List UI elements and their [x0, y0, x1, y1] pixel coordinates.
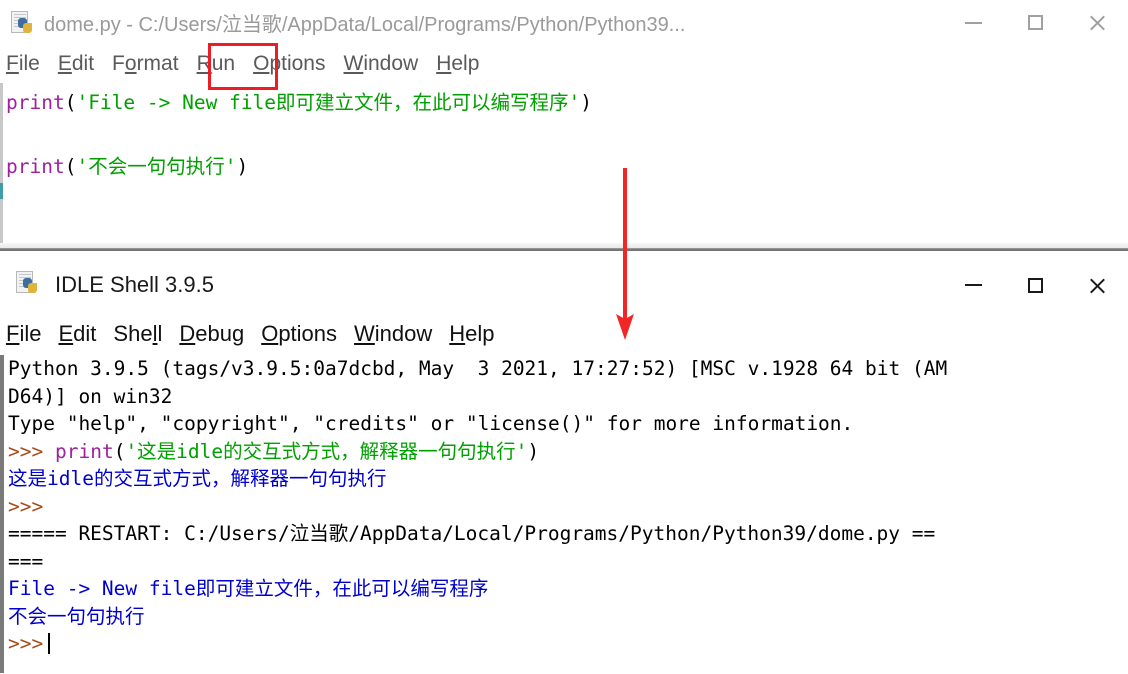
menu-file[interactable]: File — [6, 52, 40, 76]
menu-help[interactable]: Help — [449, 321, 494, 347]
code-paren-open: ( — [64, 155, 77, 178]
shell-banner-line-1: Python 3.9.5 (tags/v3.9.5:0a7dcbd, May 3… — [8, 357, 948, 380]
shell-input-paren-open: ( — [113, 439, 126, 463]
menu-window[interactable]: Window — [343, 52, 418, 76]
code-line-2: print('不会一句句执行') — [6, 151, 1128, 183]
minimize-icon — [964, 21, 982, 24]
shell-run-output-line-2: 不会一句句执行 — [8, 604, 145, 628]
menu-edit[interactable]: Edit — [58, 321, 96, 347]
shell-titlebar: IDLE Shell 3.9.5 — [0, 257, 1128, 313]
shell-input-string: '这是idle的交互式方式，解释器一句句执行' — [125, 439, 528, 463]
shell-restart-line-2: === — [8, 549, 44, 573]
menu-file[interactable]: File — [6, 321, 41, 347]
shell-prompt: >>> — [8, 494, 44, 518]
menu-shell[interactable]: Shell — [113, 321, 162, 347]
editor-window-bottom-edge — [0, 243, 1128, 251]
shell-minimize-button[interactable] — [942, 257, 1004, 313]
editor-maximize-button[interactable] — [1004, 0, 1066, 45]
shell-input-paren-close: ) — [527, 439, 540, 463]
maximize-icon — [1027, 15, 1043, 30]
code-call: print — [6, 155, 65, 178]
editor-window-controls — [942, 0, 1128, 45]
editor-close-button[interactable] — [1066, 0, 1128, 45]
menu-debug[interactable]: Debug — [179, 321, 244, 347]
editor-code-area[interactable]: print('File -> New file即可建立文件，在此可以编写程序')… — [0, 83, 1128, 251]
shell-window-title: IDLE Shell 3.9.5 — [55, 272, 214, 297]
close-icon — [1088, 13, 1107, 32]
editor-menubar: File Edit Format Run Options Window Help — [0, 45, 1128, 83]
menu-options[interactable]: Options — [261, 321, 337, 347]
shell-banner-line-2: D64)] on win32 — [8, 384, 173, 408]
code-string: '不会一句句执行' — [76, 155, 237, 178]
shell-close-button[interactable] — [1066, 257, 1128, 313]
shell-restart-line-1: ===== RESTART: C:/Users/泣当歌/AppData/Loca… — [8, 522, 936, 545]
shell-run-output-line-1: File -> New file即可建立文件，在此可以编写程序 — [8, 577, 489, 600]
shell-scrollbar[interactable] — [0, 355, 4, 673]
shell-window: IDLE Shell 3.9.5 File Edit Shell Debug O… — [0, 257, 1128, 674]
menu-edit[interactable]: Edit — [58, 52, 94, 76]
code-string: 'File -> New file即可建立文件，在此可以编写程序' — [76, 91, 581, 114]
shell-input-line: >>> print('这是idle的交互式方式，解释器一句句执行') — [8, 438, 1128, 466]
python-file-icon — [14, 270, 44, 300]
code-paren-close: ) — [580, 91, 593, 114]
maximize-icon — [1027, 277, 1043, 293]
menu-run[interactable]: Run — [197, 52, 236, 76]
python-file-icon — [9, 10, 35, 36]
menu-options[interactable]: Options — [253, 52, 325, 76]
shell-maximize-button[interactable] — [1004, 257, 1066, 313]
menu-format[interactable]: Format — [112, 52, 179, 76]
menu-help[interactable]: Help — [436, 52, 479, 76]
shell-final-prompt-line: >>> — [8, 630, 1128, 658]
text-cursor — [48, 633, 51, 654]
code-line-1: print('File -> New file即可建立文件，在此可以编写程序') — [6, 87, 1128, 119]
shell-prompt: >>> — [8, 632, 44, 655]
editor-window: dome.py - C:/Users/泣当歌/AppData/Local/Pro… — [0, 0, 1128, 251]
shell-output-lines: Python 3.9.5 (tags/v3.9.5:0a7dcbd, May 3… — [0, 355, 1128, 658]
code-paren-close: ) — [236, 155, 249, 178]
close-icon — [1088, 276, 1107, 295]
editor-scrollbar[interactable] — [0, 83, 3, 251]
editor-window-title: dome.py - C:/Users/泣当歌/AppData/Local/Pro… — [44, 14, 686, 36]
menu-window[interactable]: Window — [354, 321, 432, 347]
minimize-icon — [964, 284, 982, 286]
editor-code-lines: print('File -> New file即可建立文件，在此可以编写程序')… — [0, 83, 1128, 183]
shell-result-line: 这是idle的交互式方式，解释器一句句执行 — [8, 467, 387, 490]
shell-output-area[interactable]: Python 3.9.5 (tags/v3.9.5:0a7dcbd, May 3… — [0, 355, 1128, 673]
editor-titlebar: dome.py - C:/Users/泣当歌/AppData/Local/Pro… — [0, 0, 1128, 45]
code-paren-open: ( — [64, 91, 77, 114]
shell-banner-line-3: Type "help", "copyright", "credits" or "… — [8, 412, 854, 435]
shell-menubar: File Edit Shell Debug Options Window Hel… — [0, 313, 1128, 355]
code-call: print — [6, 91, 65, 114]
editor-scrollbar-thumb[interactable] — [0, 183, 3, 199]
editor-minimize-button[interactable] — [942, 0, 1004, 45]
shell-prompt: >>> — [8, 439, 44, 463]
shell-input-call: print — [54, 439, 114, 463]
shell-window-controls — [942, 257, 1128, 313]
